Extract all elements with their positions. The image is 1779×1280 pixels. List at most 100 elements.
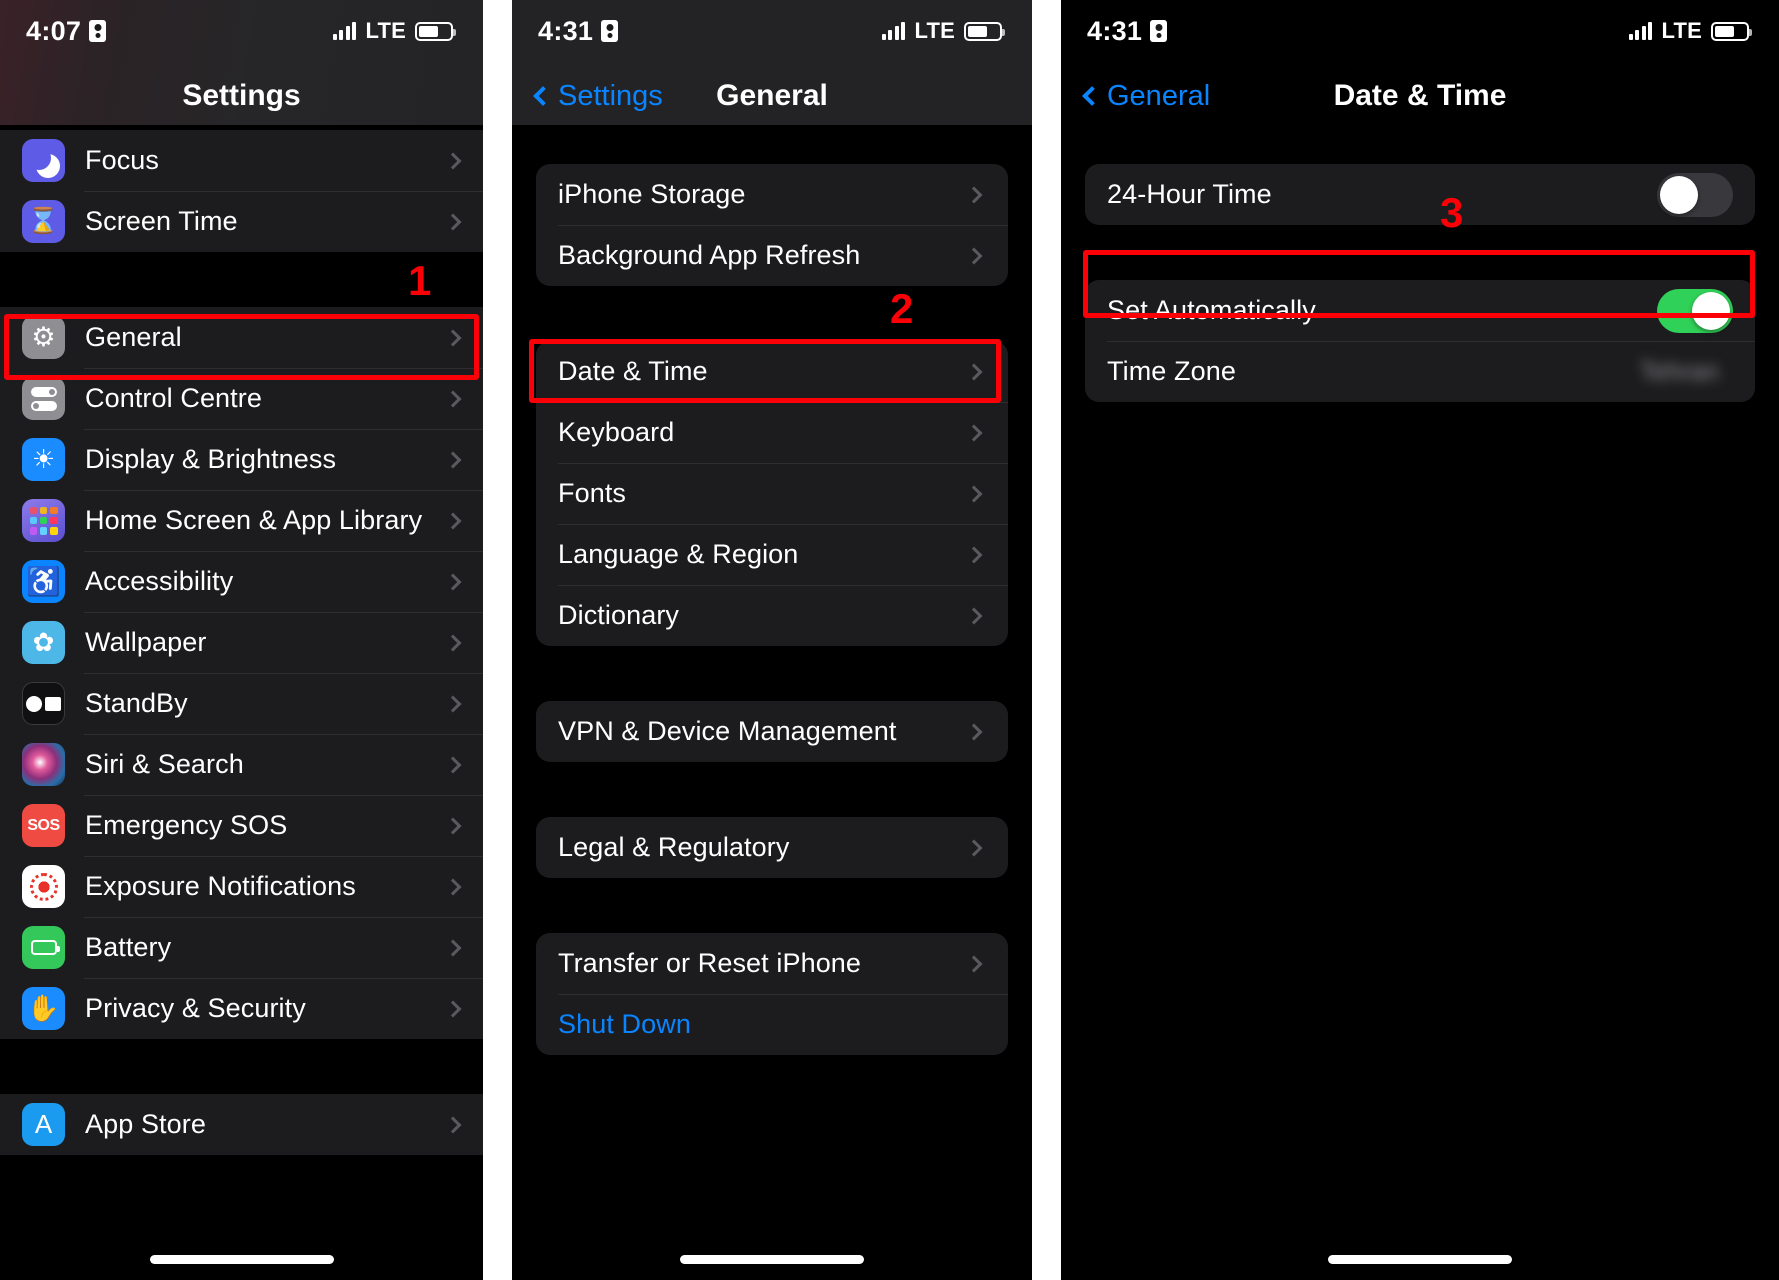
list-item-legal-regulatory[interactable]: Legal & Regulatory [536,817,1008,878]
card-set-automatically: Set Automatically Time Zone Tehran [1085,280,1755,402]
row-label: Background App Refresh [558,240,861,270]
back-button-label: Settings [558,79,663,112]
list-item-language-region[interactable]: Language & Region [536,524,1008,585]
home-indicator [1328,1255,1512,1264]
row-label: General [85,322,182,352]
sidebar-item-focus[interactable]: Focus [0,130,483,191]
lock-portrait-icon [89,20,107,42]
control-centre-icon [22,377,65,420]
toggle-24-hour-time[interactable] [1657,172,1733,217]
date-time-list[interactable]: 24-Hour Time Set Automatically Time Zone… [1061,130,1779,402]
list-top-spacer [1061,130,1779,164]
back-button-settings[interactable]: Settings [533,79,663,113]
chevron-right-icon [965,363,983,380]
sidebar-item-wallpaper[interactable]: ✿ Wallpaper [0,612,483,673]
sidebar-item-general[interactable]: ⚙ General [0,307,483,368]
status-bar: 4:07 LTE [0,0,483,62]
chevron-right-icon [444,451,462,468]
general-list[interactable]: iPhone Storage Background App Refresh Da… [512,130,1032,1055]
chevron-right-icon [444,329,462,346]
chevron-right-icon [444,634,462,651]
lock-portrait-icon [1150,20,1168,42]
sidebar-item-accessibility[interactable]: ♿ Accessibility [0,551,483,612]
chevron-left-icon [1082,86,1102,106]
row-label: Dictionary [558,600,680,630]
hand-privacy-icon: ✋ [22,987,65,1030]
sidebar-item-display-brightness[interactable]: ☀ Display & Brightness [0,429,483,490]
sidebar-item-privacy-security[interactable]: ✋ Privacy & Security [0,978,483,1039]
annotation-number-2: 2 [890,285,914,332]
chevron-right-icon [965,485,983,502]
standby-clock-icon [22,682,65,725]
panel-divider-1 [483,0,512,1280]
sidebar-item-control-centre[interactable]: Control Centre [0,368,483,429]
list-item-vpn-device-management[interactable]: VPN & Device Management [536,701,1008,762]
list-item-transfer-reset-iphone[interactable]: Transfer or Reset iPhone [536,933,1008,994]
accessibility-icon: ♿ [22,560,65,603]
chevron-right-icon [965,247,983,264]
sidebar-item-emergency-sos[interactable]: SOS Emergency SOS [0,795,483,856]
battery-icon [1711,21,1752,41]
carrier-label: LTE [365,18,406,43]
carrier-label: LTE [914,18,955,43]
phone-panel-date-time: 4:31 LTE General Date & Time 24-Hour Tim… [1061,0,1779,1280]
sidebar-item-siri-search[interactable]: Siri & Search [0,734,483,795]
list-item-keyboard[interactable]: Keyboard [536,402,1008,463]
wallpaper-flower-icon: ✿ [22,621,65,664]
toggle-set-automatically[interactable] [1657,288,1733,333]
settings-group-main: ⚙ General Control Centre ☀ Display & Bri… [0,307,483,1039]
chevron-right-icon [444,512,462,529]
chevron-right-icon [444,213,462,230]
list-item-shut-down[interactable]: Shut Down [536,994,1008,1055]
group-separator [512,878,1032,933]
chevron-right-icon [444,817,462,834]
moon-icon [22,139,65,182]
app-store-icon: A [22,1103,65,1146]
brightness-sun-icon: ☀ [22,438,65,481]
status-time: 4:31 [1087,15,1143,46]
chevron-right-icon [444,878,462,895]
status-bar-right: LTE [1628,18,1752,44]
card-storage: iPhone Storage Background App Refresh [536,164,1008,286]
status-bar: 4:31 LTE [1061,0,1779,62]
card-vpn: VPN & Device Management [536,701,1008,762]
list-item-fonts[interactable]: Fonts [536,463,1008,524]
status-bar: 4:31 LTE [512,0,1032,62]
list-item-24-hour-time[interactable]: 24-Hour Time [1085,164,1755,225]
phone-panel-general: 4:31 LTE Settings General iPhone Storage… [512,0,1032,1280]
row-label: Focus [85,145,160,175]
list-item-date-time[interactable]: Date & Time [536,341,1008,402]
gear-icon: ⚙ [22,316,65,359]
row-label: VPN & Device Management [558,716,897,746]
row-label: Accessibility [85,566,234,596]
sidebar-item-screen-time[interactable]: ⌛ Screen Time [0,191,483,252]
chevron-right-icon [965,186,983,203]
row-label: Date & Time [558,356,708,386]
chevron-right-icon [965,546,983,563]
page-title: Settings [182,79,301,112]
sidebar-item-home-screen[interactable]: Home Screen & App Library [0,490,483,551]
list-item-iphone-storage[interactable]: iPhone Storage [536,164,1008,225]
list-item-time-zone[interactable]: Time Zone Tehran [1085,341,1755,402]
chevron-right-icon [965,607,983,624]
signal-bars-icon [1628,22,1653,40]
sidebar-item-battery[interactable]: Battery [0,917,483,978]
group-separator [1061,225,1779,280]
row-label: Screen Time [85,206,238,236]
list-item-dictionary[interactable]: Dictionary [536,585,1008,646]
settings-group-store: A App Store [0,1094,483,1155]
row-label: Shut Down [558,1009,691,1039]
row-label: App Store [85,1109,206,1139]
row-label: iPhone Storage [558,179,746,209]
sidebar-item-app-store[interactable]: A App Store [0,1094,483,1155]
chevron-right-icon [965,955,983,972]
list-item-set-automatically[interactable]: Set Automatically [1085,280,1755,341]
row-label: Siri & Search [85,749,244,779]
sidebar-item-exposure-notifications[interactable]: Exposure Notifications [0,856,483,917]
status-bar-right: LTE [881,18,1005,44]
panel-divider-2 [1032,0,1061,1280]
back-button-general[interactable]: General [1082,80,1210,113]
sidebar-item-standby[interactable]: StandBy [0,673,483,734]
list-item-background-app-refresh[interactable]: Background App Refresh [536,225,1008,286]
phone-panel-settings: 4:07 LTE Settings Focus ⌛ Screen Time ⚙ … [0,0,483,1280]
